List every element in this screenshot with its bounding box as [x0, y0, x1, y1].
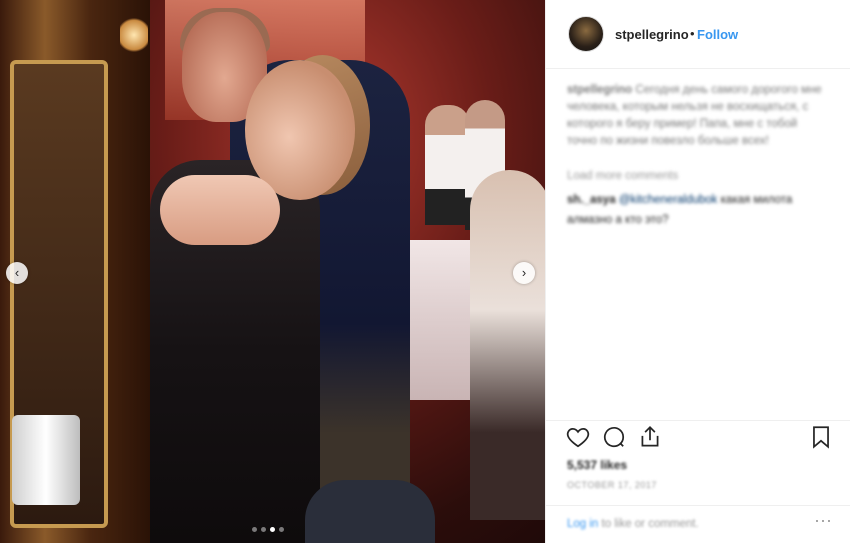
- load-more-comments-button[interactable]: Load more comments: [567, 170, 678, 182]
- post-caption: stpellegrino Сегодня день самого дорогог…: [567, 82, 827, 150]
- carousel-next-button[interactable]: ›: [513, 262, 535, 284]
- seated-guest: [470, 170, 545, 520]
- share-button[interactable]: [637, 424, 665, 452]
- save-button[interactable]: [808, 424, 836, 452]
- caption-username[interactable]: stpellegrino: [567, 84, 632, 96]
- chair: [305, 480, 435, 543]
- bookmark-icon: [813, 426, 829, 449]
- comment-button[interactable]: [601, 424, 629, 452]
- comment-text: алмазно а кто это?: [567, 214, 669, 226]
- post-header: stpellegrino • Follow: [546, 0, 850, 69]
- post-date[interactable]: OCTOBER 17, 2017: [567, 480, 657, 490]
- likes-count[interactable]: 5,537 likes: [567, 458, 627, 472]
- comment-username[interactable]: sh._asya: [567, 194, 616, 206]
- carousel-dot: [261, 527, 266, 532]
- wall-lamp: [120, 15, 148, 55]
- comment-icon: [603, 427, 625, 448]
- login-text: to like or comment.: [601, 518, 699, 530]
- carousel-dot: [252, 527, 257, 532]
- comment-text: какая милота: [720, 194, 793, 206]
- carousel-indicator: [252, 527, 284, 532]
- username-link[interactable]: stpellegrino: [615, 27, 689, 42]
- share-icon: [641, 426, 659, 447]
- like-button[interactable]: [565, 424, 593, 452]
- carousel-prev-button[interactable]: ‹: [6, 262, 28, 284]
- comment-mention[interactable]: @kitcheneraldubok: [619, 194, 718, 206]
- chevron-right-icon: ›: [521, 265, 527, 280]
- carousel-dot: [270, 527, 275, 532]
- comment-item: алмазно а кто это?: [567, 212, 837, 229]
- carousel-dot: [279, 527, 284, 532]
- heart-icon: [566, 428, 590, 448]
- chevron-left-icon: ‹: [14, 265, 20, 280]
- comment-item: sh._asya @kitcheneraldubok какая милота: [567, 192, 837, 209]
- avatar[interactable]: [568, 16, 604, 52]
- more-options-icon[interactable]: ···: [814, 510, 832, 531]
- login-prompt: Log in to like or comment.: [567, 518, 699, 530]
- post-footer: Log in to like or comment. ···: [546, 505, 850, 544]
- embracing-arms: [160, 175, 280, 245]
- post-actions: [546, 420, 850, 457]
- post-side-panel: stpellegrino • Follow stpellegrino Сегод…: [545, 0, 850, 543]
- header-separator: •: [690, 26, 695, 41]
- login-link[interactable]: Log in: [567, 518, 598, 530]
- post-photo[interactable]: ‹ ›: [0, 0, 545, 543]
- ice-bucket: [12, 415, 80, 505]
- background-guest: [425, 105, 470, 225]
- follow-button[interactable]: Follow: [697, 27, 738, 42]
